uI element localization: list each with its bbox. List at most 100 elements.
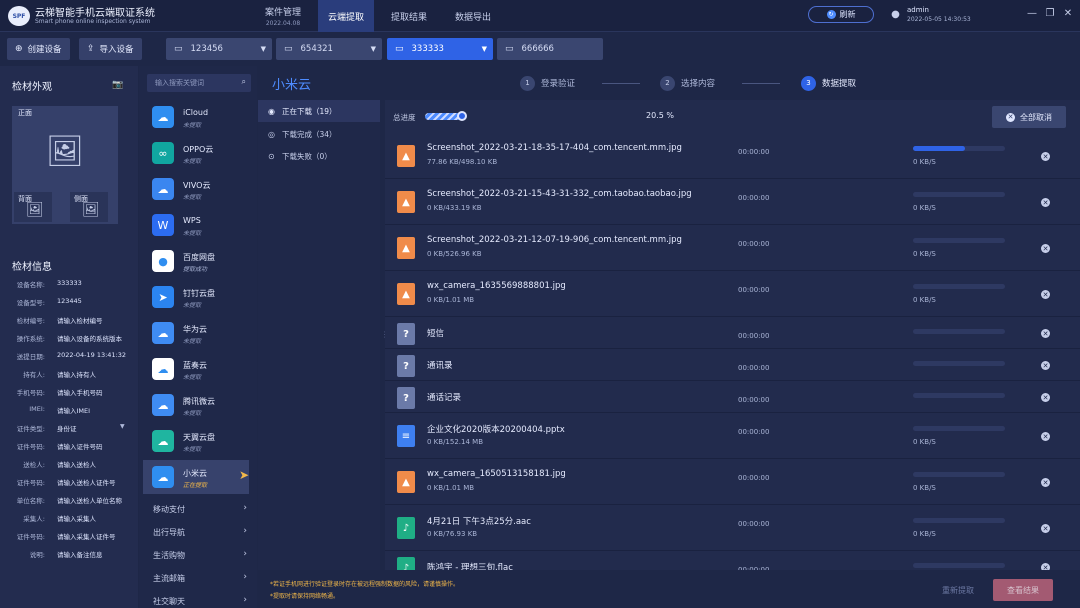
minimize-icon[interactable]: — (1025, 7, 1039, 21)
category-item[interactable]: 社交聊天› (151, 592, 249, 608)
nav-case-management[interactable]: 案件管理 2022.04.08 (258, 0, 308, 32)
device-tab-label: 654321 (301, 44, 333, 54)
category-item[interactable]: 主流邮箱› (151, 569, 249, 589)
cancel-download-icon[interactable]: ✕ (1041, 524, 1050, 533)
cancel-download-icon[interactable]: ✕ (1041, 244, 1050, 253)
info-value[interactable]: 请输入检材编号 (57, 315, 103, 325)
file-row: ?通讯录00:00:00✕ (385, 350, 1080, 381)
import-device-button[interactable]: ⇪ 导入设备 (79, 38, 142, 60)
restore-icon[interactable]: ❐ (1043, 7, 1057, 21)
resize-handle[interactable]: ⋮ (381, 330, 384, 340)
create-device-button[interactable]: ⊕ 创建设备 (7, 38, 70, 60)
cancel-download-icon[interactable]: ✕ (1041, 152, 1050, 161)
device-tab-2[interactable]: ▭ 654321 ▼ (276, 38, 382, 60)
app-status: 未提取 (183, 120, 201, 129)
view-results-button[interactable]: 查看结果 (993, 579, 1053, 601)
info-row: 设备名称:333333 (0, 279, 138, 291)
app-item[interactable]: ●百度网盘提取成功 (143, 244, 249, 278)
info-value[interactable]: 请输入IMEI (57, 405, 90, 415)
file-size: 0 KB/1.01 MB (427, 484, 474, 492)
app-status: 未提取 (183, 156, 201, 165)
search-input[interactable]: 输入搜索关键词 ⌕ (147, 74, 251, 92)
info-value[interactable]: 请输入设备的系统版本 (57, 333, 122, 343)
filter-downloading[interactable]: ◉ 正在下载（19） (258, 100, 380, 122)
cancel-download-icon[interactable]: ✕ (1041, 329, 1050, 338)
info-row: 手机号码:请输入手机号码 (0, 387, 138, 399)
camera-icon[interactable]: 📷 (112, 80, 123, 90)
device-tab-4[interactable]: ▭ 666666 (497, 38, 603, 60)
info-value[interactable]: 2022-04-19 13:41:32 (57, 351, 126, 359)
download-list: 总进度 20.5 % ✕ 全部取消 ▲Screenshot_2022-03-21… (385, 100, 1080, 570)
filter-label: 正在下载（19） (282, 106, 337, 117)
document-file-icon: ≡ (397, 425, 415, 447)
file-name: Screenshot_2022-03-21-15-43-31-332_com.t… (427, 189, 692, 199)
cancel-download-icon[interactable]: ✕ (1041, 478, 1050, 487)
app-item[interactable]: ∞OPPO云未提取 (143, 136, 249, 170)
back-photo[interactable]: 背面 🖼 (14, 192, 52, 222)
info-value[interactable]: 请输入证件号码 (57, 441, 103, 451)
category-item[interactable]: 移动支付› (151, 500, 249, 520)
info-value[interactable]: 请输入送检人证件号 (57, 477, 116, 487)
cancel-download-icon[interactable]: ✕ (1041, 432, 1050, 441)
info-value[interactable]: 123445 (57, 297, 82, 305)
close-icon[interactable]: ✕ (1061, 7, 1075, 21)
info-value[interactable]: 请输入持有人 (57, 369, 96, 379)
info-row: 证件号码:请输入送检人证件号 (0, 477, 138, 489)
nav-cloud-extract[interactable]: 云端提取 (318, 0, 374, 32)
app-item[interactable]: ☁iCloud未提取 (143, 100, 249, 134)
info-row: 持有人:请输入持有人 (0, 369, 138, 381)
app-item[interactable]: ☁小米云正在提取➤ (143, 460, 249, 494)
info-value[interactable]: 333333 (57, 279, 82, 287)
info-value[interactable]: 请输入采集人证件号 (57, 531, 116, 541)
app-item[interactable]: ☁腾讯微云未提取 (143, 388, 249, 422)
app-item[interactable]: WWPS未提取 (143, 208, 249, 242)
info-value[interactable]: 请输入备注信息 (57, 549, 103, 559)
info-value[interactable]: 身份证 (57, 423, 77, 433)
file-progress-bar (913, 472, 1005, 477)
nav-case-label: 案件管理 (265, 5, 301, 18)
refresh-button[interactable]: ↻ 刷新 (808, 6, 874, 23)
info-value[interactable]: 请输入送检人 (57, 459, 96, 469)
category-item[interactable]: 生活购物› (151, 546, 249, 566)
info-row: 证件类型:身份证▼ (0, 423, 138, 435)
chevron-down-icon[interactable]: ▼ (120, 423, 125, 430)
download-speed: 0 KB/S (913, 296, 936, 304)
app-item[interactable]: ☁蓝奏云未提取 (143, 352, 249, 386)
weiyun-icon: ☁ (152, 394, 174, 416)
app-item[interactable]: ☁VIVO云未提取 (143, 172, 249, 206)
category-item[interactable]: 出行导航› (151, 523, 249, 543)
cancel-all-button[interactable]: ✕ 全部取消 (992, 106, 1066, 128)
cancel-download-icon[interactable]: ✕ (1041, 361, 1050, 370)
image-file-icon: ▲ (397, 145, 415, 167)
filter-failed[interactable]: ⊙ 下载失败（0） (258, 145, 380, 167)
elapsed-time: 00:00:00 (738, 364, 769, 372)
baidu-netdisk-icon: ● (152, 250, 174, 272)
info-row: 采集人:请输入采集人 (0, 513, 138, 525)
nav-data-export[interactable]: 数据导出 (446, 0, 500, 32)
info-key: 证件号码: (17, 441, 45, 451)
info-row: 说明:请输入备注信息 (0, 549, 138, 561)
cancel-download-icon[interactable]: ✕ (1041, 393, 1050, 402)
cancel-download-icon[interactable]: ✕ (1041, 290, 1050, 299)
info-value[interactable]: 请输入手机号码 (57, 387, 103, 397)
app-item[interactable]: ☁天翼云盘未提取 (143, 424, 249, 458)
device-tab-1[interactable]: ▭ 123456 ▼ (166, 38, 272, 60)
nav-extract-results[interactable]: 提取结果 (382, 0, 436, 32)
device-tab-label: 123456 (191, 44, 223, 54)
info-row: 送提日期:2022-04-19 13:41:32 (0, 351, 138, 363)
cancel-download-icon[interactable]: ✕ (1041, 563, 1050, 570)
info-value[interactable]: 请输入送检人单位名称 (57, 495, 122, 505)
cancel-download-icon[interactable]: ✕ (1041, 198, 1050, 207)
search-icon[interactable]: ⌕ (242, 77, 246, 87)
file-progress-bar (913, 146, 1005, 151)
app-item[interactable]: ➤钉钉云盘未提取 (143, 280, 249, 314)
app-item[interactable]: ☁华为云未提取 (143, 316, 249, 350)
download-speed: 0 KB/S (913, 530, 936, 538)
refresh-label: 刷新 (840, 9, 856, 20)
info-value[interactable]: 请输入采集人 (57, 513, 96, 523)
filter-completed[interactable]: ◎ 下载完成（34） (258, 123, 380, 145)
side-photo[interactable]: 侧面 🖼 (70, 192, 108, 222)
create-device-label: 创建设备 (28, 43, 62, 55)
retry-extract-button[interactable]: 重新提取 (928, 579, 988, 601)
device-tab-3[interactable]: ▭ 333333 ▼ (387, 38, 493, 60)
